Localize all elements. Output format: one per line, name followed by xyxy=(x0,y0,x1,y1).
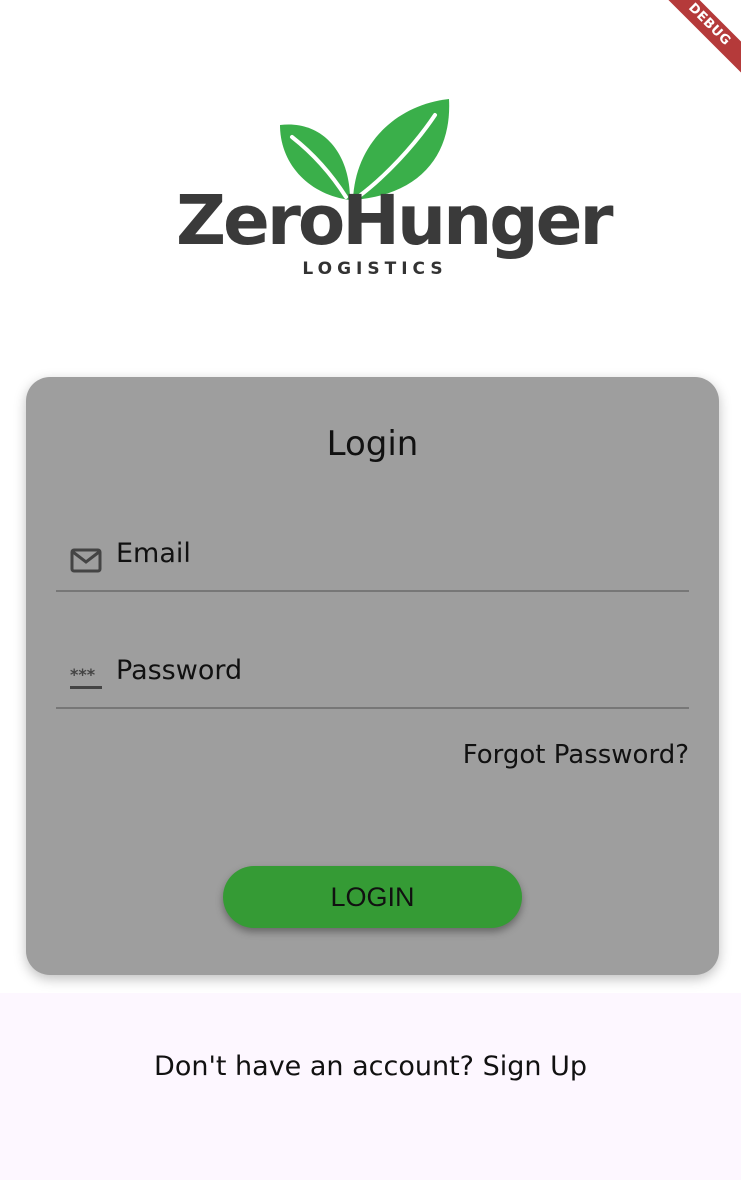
login-card: Login Email *** Password Forgot Password… xyxy=(26,377,719,975)
logo-subtitle: LOGISTICS xyxy=(302,259,448,279)
svg-text:***: *** xyxy=(70,665,96,684)
password-placeholder: Password xyxy=(116,655,243,686)
debug-banner-label: DEBUG xyxy=(651,0,741,83)
login-title: Login xyxy=(326,424,419,464)
email-placeholder: Email xyxy=(116,538,191,569)
app-logo: ZeroHunger LOGISTICS xyxy=(170,95,613,290)
password-field[interactable]: *** Password xyxy=(56,647,689,709)
login-button[interactable]: LOGIN xyxy=(223,866,522,928)
forgot-password-link[interactable]: Forgot Password? xyxy=(463,742,689,768)
email-icon xyxy=(70,548,102,574)
logo-brand-text: ZeroHunger xyxy=(176,181,613,261)
email-field[interactable]: Email xyxy=(56,530,689,592)
signup-link[interactable]: Don't have an account? Sign Up xyxy=(0,1053,741,1080)
footer: Don't have an account? Sign Up xyxy=(0,993,741,1180)
password-icon: *** xyxy=(70,665,102,691)
debug-banner: DEBUG xyxy=(651,0,741,90)
